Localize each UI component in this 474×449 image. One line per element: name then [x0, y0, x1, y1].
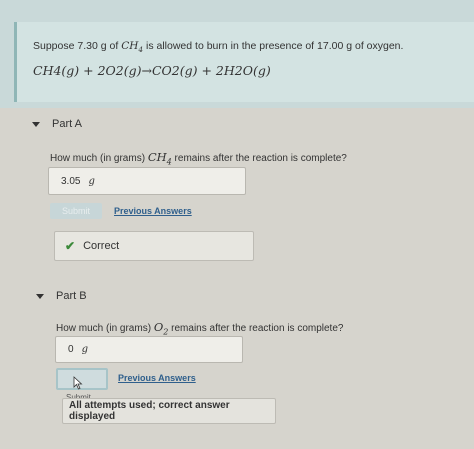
- intro-middle: is allowed to burn in the presence of 17…: [146, 40, 344, 52]
- problem-intro: Suppose 7.30 g of CH4 is allowed to burn…: [33, 40, 403, 54]
- problem-statement: Suppose 7.30 g of CH4 is allowed to burn…: [14, 22, 474, 102]
- part-b-header[interactable]: Part B: [36, 290, 87, 302]
- intro-suffix: of oxygen.: [354, 40, 404, 52]
- caret-down-icon[interactable]: [32, 121, 40, 127]
- part-b-answer-field[interactable]: 0 g: [55, 336, 243, 363]
- part-a-previous-answers-link[interactable]: Previous Answers: [114, 206, 192, 216]
- part-b-question: How much (in grams) O2 remains after the…: [56, 320, 344, 337]
- intro-prefix: Suppose 7.30: [33, 40, 98, 52]
- answer-unit: g: [88, 175, 95, 187]
- part-b-title: Part B: [56, 290, 87, 302]
- compound-formula: CH4: [121, 40, 144, 55]
- problem-panel: Suppose 7.30 g of CH4 is allowed to burn…: [0, 0, 474, 108]
- mass-unit: g: [100, 40, 107, 52]
- feedback-label: Correct: [83, 240, 120, 252]
- part-a-header[interactable]: Part A: [32, 118, 82, 130]
- part-b-previous-answers-link[interactable]: Previous Answers: [118, 373, 196, 383]
- answer-unit: g: [81, 344, 88, 355]
- intro-of: of: [109, 40, 119, 52]
- mouse-pointer-icon: [73, 376, 83, 390]
- part-a-answer-field[interactable]: 3.05 g: [48, 167, 246, 195]
- part-a-title: Part A: [52, 118, 82, 130]
- mass-unit: g: [346, 40, 353, 52]
- check-icon: ✔: [65, 239, 76, 253]
- answer-value: 3.05: [61, 175, 81, 187]
- part-b-feedback: All attempts used; correct answer displa…: [62, 398, 276, 424]
- part-a-submit-button[interactable]: Submit: [50, 203, 102, 219]
- feedback-label: All attempts used; correct answer displa…: [69, 400, 230, 422]
- caret-down-icon[interactable]: [36, 293, 44, 299]
- reaction-equation: CH4(g) + 2O2(g)→CO2(g) + 2H2O(g): [33, 63, 271, 78]
- answer-value: 0: [68, 344, 74, 355]
- part-a-question: How much (in grams) CH4 remains after th…: [50, 150, 347, 167]
- part-a-feedback: ✔ Correct: [54, 231, 254, 261]
